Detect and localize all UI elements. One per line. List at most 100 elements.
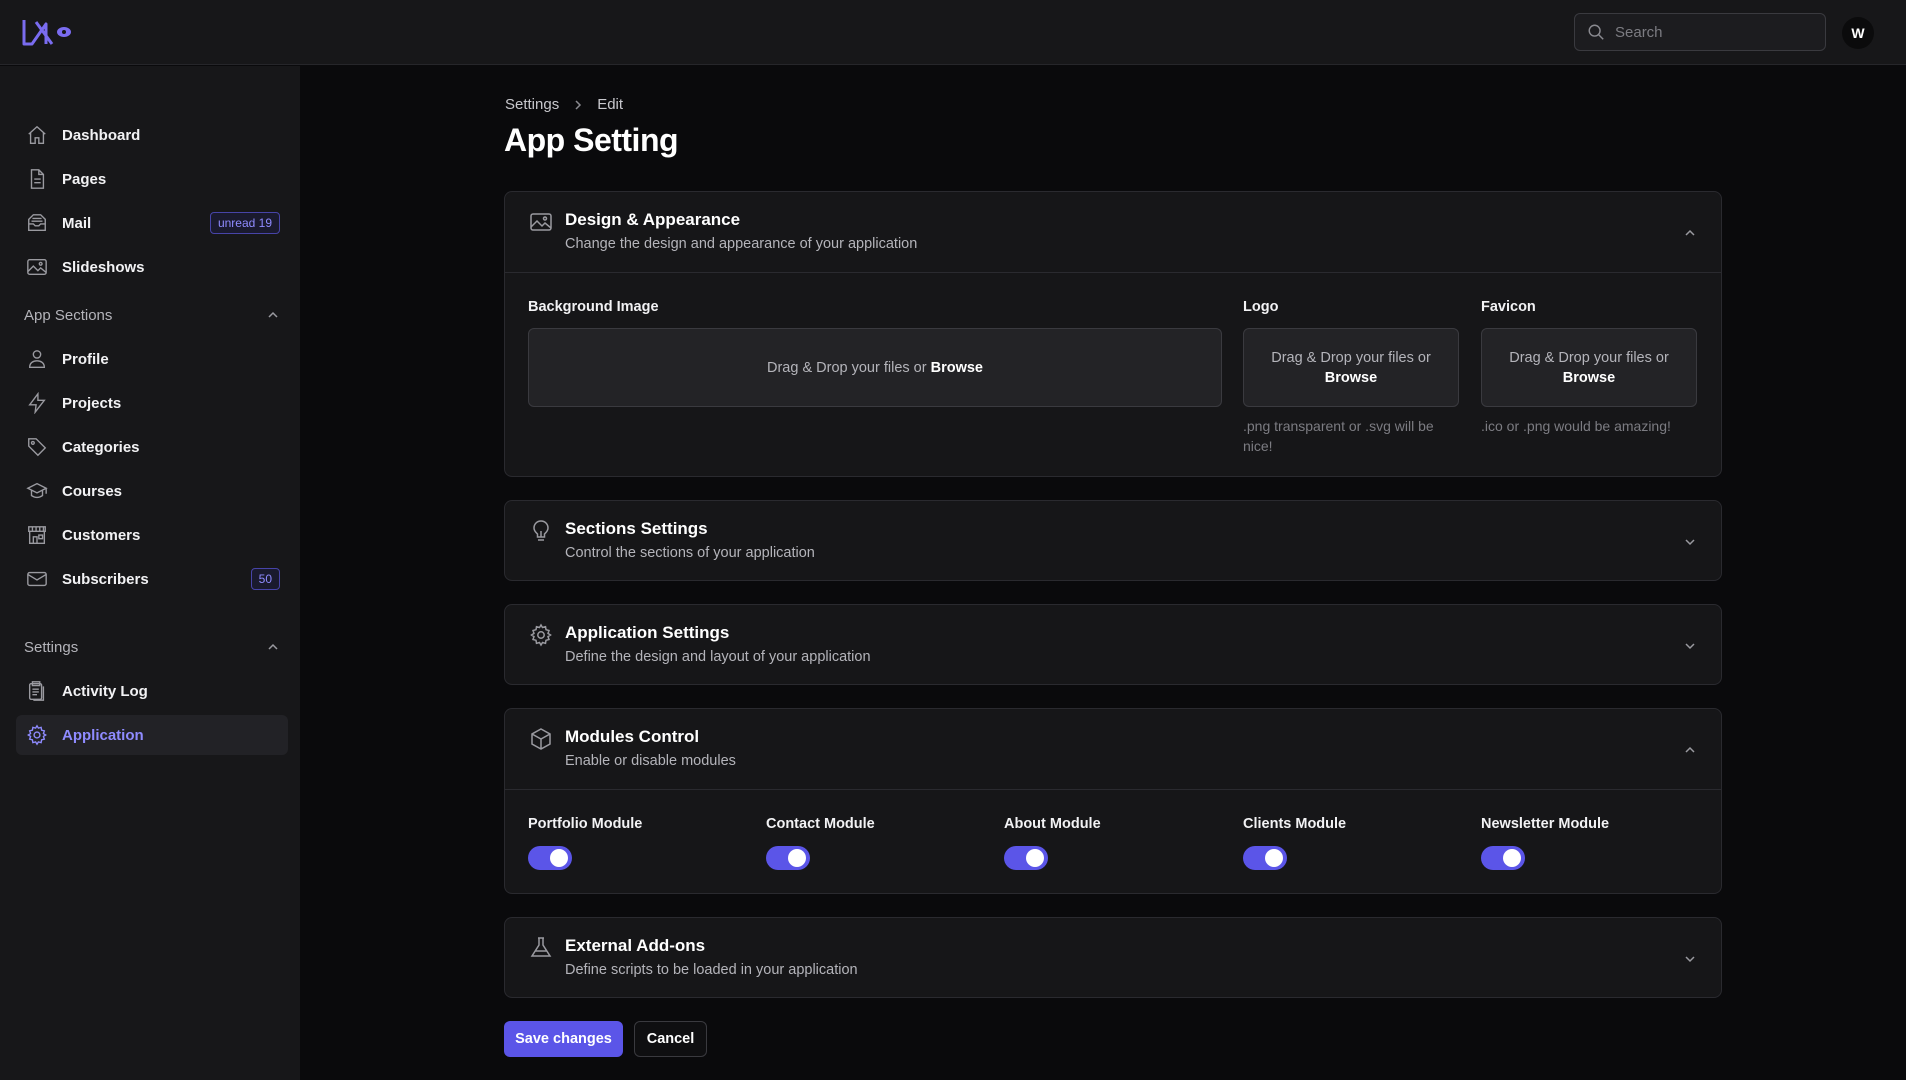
storefront-icon [28, 526, 46, 544]
modules-control-header[interactable]: Modules Control Enable or disable module… [505, 709, 1721, 789]
sidebar-item-courses[interactable]: Courses [16, 471, 288, 511]
search-input[interactable] [1615, 23, 1815, 41]
avatar[interactable]: W [1842, 17, 1874, 49]
newsletter-module-toggle[interactable] [1481, 846, 1525, 870]
design-appearance-body: Background Image Drag & Drop your files … [505, 272, 1721, 477]
background-image-dropzone[interactable]: Drag & Drop your files or Browse [528, 328, 1222, 407]
card-subtitle: Define the design and layout of your app… [565, 649, 871, 665]
logo-hint: .png transparent or .svg will be nice! [1243, 418, 1434, 454]
home-icon [28, 125, 46, 144]
top-bar: W [0, 0, 1906, 65]
sidebar-item-categories[interactable]: Categories [16, 427, 288, 467]
sections-settings-card[interactable]: Sections Settings Control the sections o… [504, 500, 1722, 581]
cube-icon [531, 728, 551, 750]
browse-link[interactable]: Browse [1325, 370, 1377, 386]
sidebar-item-subscribers[interactable]: Subscribers 50 [16, 559, 288, 599]
module-label: About Module [1004, 816, 1101, 832]
external-addons-card[interactable]: External Add-ons Define scripts to be lo… [504, 917, 1722, 998]
module-label: Clients Module [1243, 816, 1347, 832]
sidebar-item-label: Mail [62, 214, 92, 232]
chevron-down-icon[interactable] [1683, 535, 1697, 549]
dropzone-text: Drag & Drop your files or Browse [1271, 349, 1431, 386]
lightbulb-icon [533, 520, 549, 541]
sidebar-item-slideshows[interactable]: Slideshows [16, 247, 288, 287]
graduation-cap-icon [26, 482, 48, 499]
card-title: External Add-ons [565, 936, 706, 955]
sidebar-item-label: Pages [62, 170, 107, 188]
portfolio-module-toggle[interactable] [528, 846, 572, 870]
card-title: Application Settings [565, 623, 730, 642]
application-settings-card[interactable]: Application Settings Define the design a… [504, 604, 1722, 685]
sidebar-item-dashboard[interactable]: Dashboard [16, 115, 288, 155]
about-module-toggle[interactable] [1004, 846, 1048, 870]
modules-control-body: Portfolio Module Contact Module About Mo… [505, 789, 1721, 894]
card-subtitle: Enable or disable modules [565, 753, 736, 769]
browse-link[interactable]: Browse [931, 360, 983, 376]
sidebar-item-label: Customers [62, 526, 141, 544]
chevron-up-icon[interactable] [1683, 226, 1697, 240]
search-icon [1588, 24, 1604, 40]
page-title: App Setting [504, 122, 679, 158]
dropzone-text: Drag & Drop your files or Browse [1509, 349, 1669, 386]
card-title: Design & Appearance [565, 210, 741, 229]
logo-label: Logo [1243, 299, 1279, 315]
sidebar-item-label: Categories [62, 438, 140, 456]
sections-settings-header[interactable]: Sections Settings Control the sections o… [505, 501, 1721, 581]
sidebar-item-label: Slideshows [62, 258, 145, 276]
count-badge: 50 [250, 568, 280, 590]
sidebar-item-customers[interactable]: Customers [16, 515, 288, 555]
sidebar-item-label: Dashboard [62, 126, 141, 144]
sidebar-item-label: Profile [62, 350, 109, 368]
sidebar-item-application[interactable]: Application [16, 715, 288, 755]
modules-control-card: Modules Control Enable or disable module… [504, 708, 1722, 894]
chevron-up-icon [268, 643, 278, 650]
save-changes-button[interactable]: Save changes [504, 1021, 623, 1057]
chevron-up-icon[interactable] [1683, 743, 1697, 757]
breadcrumb: Settings Edit [505, 96, 623, 113]
cancel-button[interactable]: Cancel [634, 1021, 707, 1057]
clients-module-toggle[interactable] [1243, 846, 1287, 870]
design-appearance-header[interactable]: Design & Appearance Change the design an… [505, 192, 1721, 272]
card-title: Modules Control [565, 727, 700, 746]
group-title: App Sections [24, 306, 113, 324]
inbox-icon [28, 214, 46, 232]
application-settings-header[interactable]: Application Settings Define the design a… [505, 605, 1721, 685]
sidebar-item-activity-log[interactable]: Activity Log [16, 671, 288, 711]
favicon-hint: .ico or .png would be amazing! [1481, 418, 1671, 434]
bolt-icon [28, 392, 46, 414]
sidebar-item-profile[interactable]: Profile [16, 339, 288, 379]
breadcrumb-current: Edit [597, 96, 624, 113]
favicon-label: Favicon [1481, 299, 1536, 315]
gear-icon [530, 623, 552, 647]
sidebar-item-pages[interactable]: Pages [16, 159, 288, 199]
image-icon [27, 258, 47, 276]
brand-logo[interactable] [22, 16, 74, 48]
user-icon [28, 350, 46, 368]
chevron-down-icon[interactable] [1683, 952, 1697, 966]
module-label: Portfolio Module [528, 816, 643, 832]
sidebar-item-mail[interactable]: Mail unread 19 [16, 203, 288, 243]
chevron-right-icon [575, 99, 582, 110]
search-box[interactable] [1574, 13, 1826, 51]
favicon-dropzone[interactable]: Drag & Drop your files or Browse [1481, 328, 1697, 407]
logo-dropzone[interactable]: Drag & Drop your files or Browse [1243, 328, 1459, 407]
sidebar-item-projects[interactable]: Projects [16, 383, 288, 423]
dropzone-text: Drag & Drop your files or Browse [767, 359, 983, 376]
browse-link[interactable]: Browse [1563, 370, 1615, 386]
app-sections-toggle[interactable]: App Sections [24, 303, 280, 327]
chevron-down-icon[interactable] [1683, 639, 1697, 653]
card-subtitle: Control the sections of your application [565, 545, 815, 561]
design-appearance-card: Design & Appearance Change the design an… [504, 191, 1722, 477]
external-addons-header[interactable]: External Add-ons Define scripts to be lo… [505, 918, 1721, 998]
group-title: Settings [24, 638, 79, 656]
chevron-up-icon [268, 311, 278, 318]
contact-module-toggle[interactable] [766, 846, 810, 870]
breadcrumb-link-settings[interactable]: Settings [505, 96, 559, 113]
card-subtitle: Define scripts to be loaded in your appl… [565, 962, 858, 978]
background-image-label: Background Image [528, 299, 659, 315]
envelope-icon [27, 571, 47, 587]
unread-badge: unread 19 [209, 212, 280, 234]
settings-group-toggle[interactable]: Settings [24, 635, 280, 659]
sidebar-item-label: Application [62, 726, 144, 744]
gear-icon [27, 724, 47, 746]
